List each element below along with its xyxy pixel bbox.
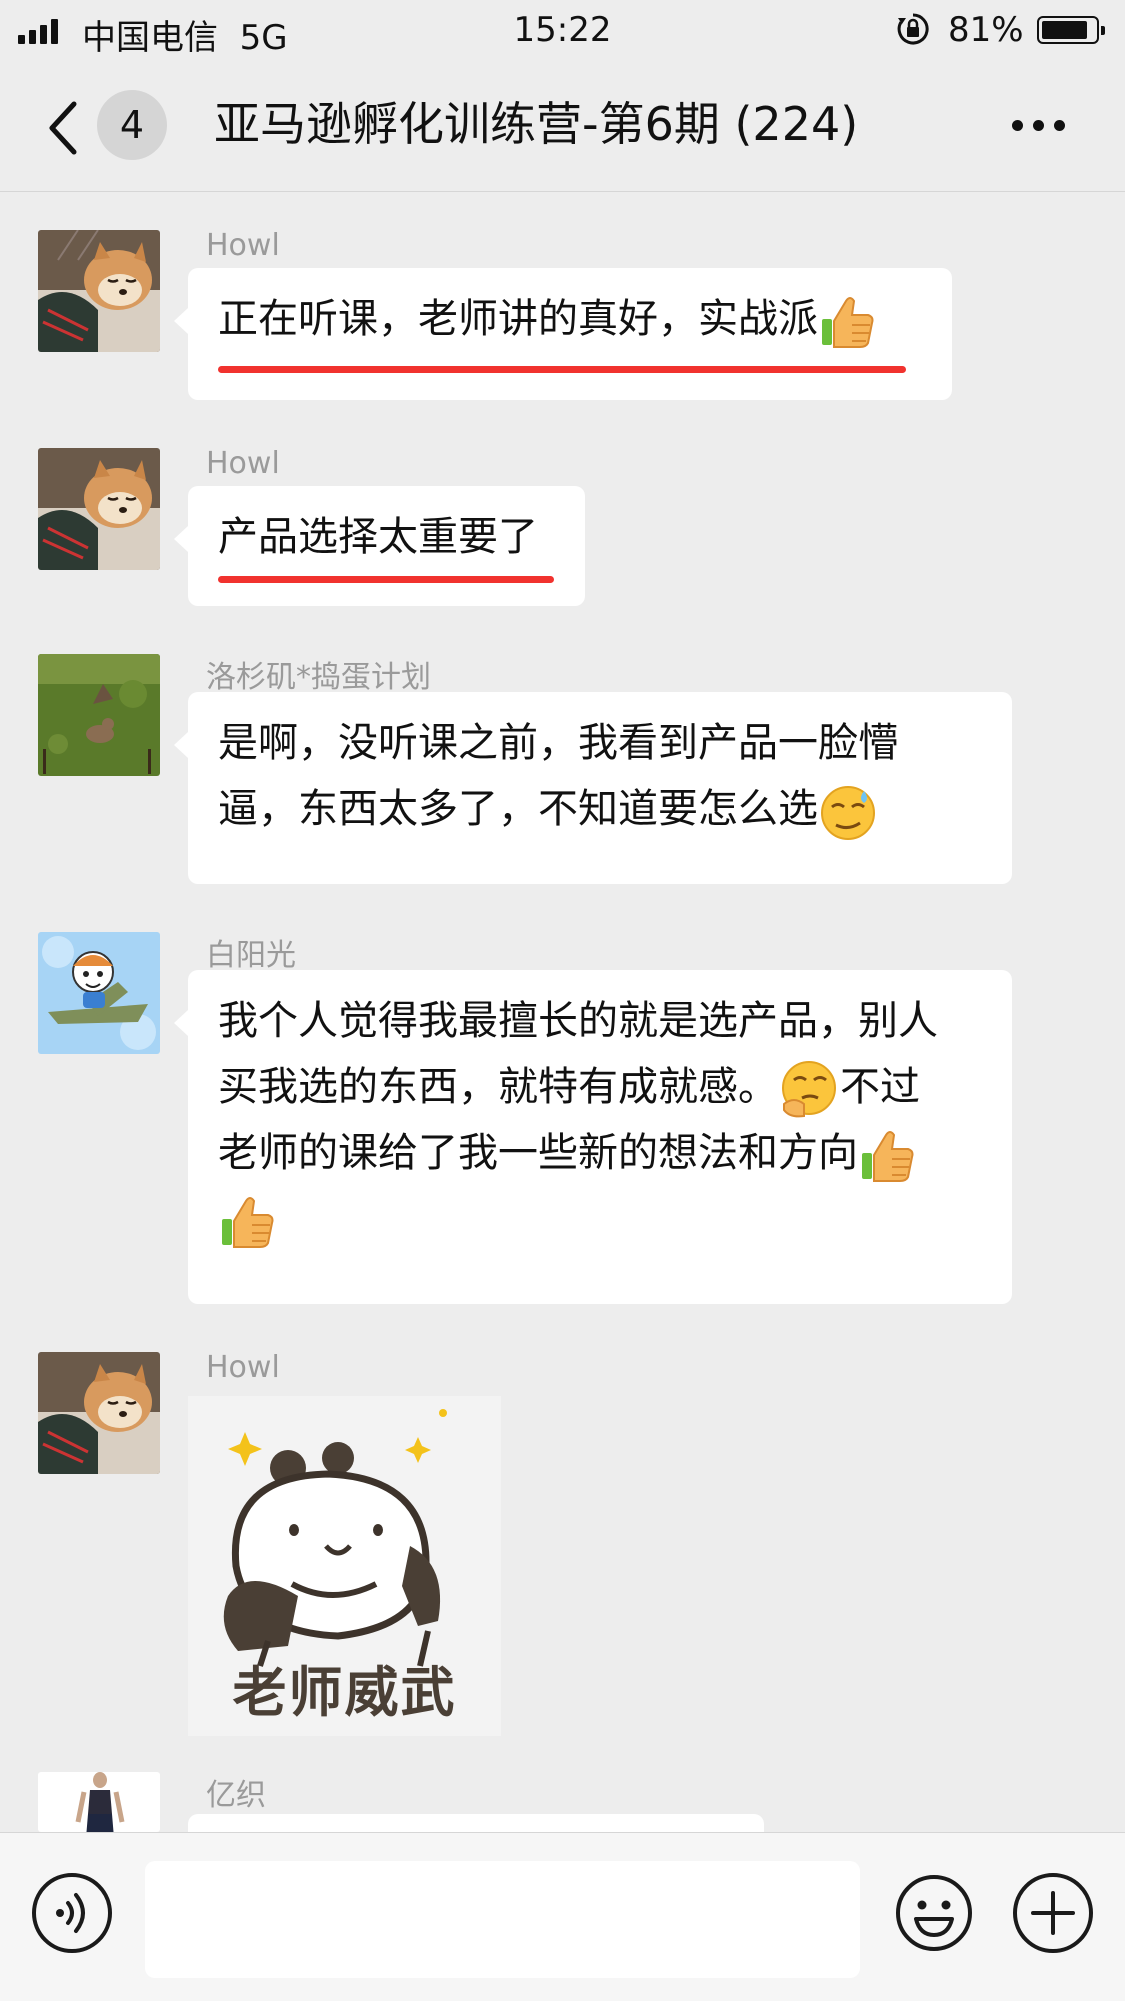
emoji-icon[interactable] [894, 1873, 974, 1953]
smirk-sweat-emoji [821, 786, 875, 840]
sender-name: Howl [206, 1350, 280, 1385]
panda-sticker[interactable]: 老师威武 [188, 1396, 501, 1736]
message-text-line: 是啊，没听课之前，我看到产品一脸懵 [218, 720, 898, 766]
message-text-line: 老师的课给了我一些新的想法和方向 [218, 1130, 858, 1176]
shiba-dog-avatar[interactable] [38, 230, 160, 352]
dog-field-avatar[interactable] [38, 654, 160, 776]
shiba-dog-avatar[interactable] [38, 1352, 160, 1474]
chat-header: 4 亚马逊孵化训练营-第6期 (224) [0, 62, 1125, 192]
highlight-underline [218, 576, 554, 583]
message-text-line: 买我选的东西，就特有成就感。 [218, 1064, 778, 1110]
thumbs-up-emoji [862, 1131, 914, 1182]
unread-badge[interactable]: 4 [97, 90, 167, 160]
message-text: 正在听课，老师讲的真好，实战派 [218, 296, 818, 342]
thumbs-up-emoji [822, 297, 874, 348]
sender-name: Howl [206, 228, 280, 263]
highlight-underline [218, 366, 906, 373]
message-bubble[interactable]: 产品选择太重要了 [174, 486, 585, 606]
battery-icon [1037, 16, 1105, 44]
sender-name: 亿织 [206, 1778, 266, 1813]
status-bar: 中国电信 5G 15:22 81% [0, 0, 1125, 62]
thumbs-up-emoji [222, 1197, 274, 1248]
shiba-dog-avatar[interactable] [38, 448, 160, 570]
message-bubble[interactable]: 正在听课，老师讲的真好，实战派 [174, 268, 952, 400]
back-chevron-icon[interactable] [40, 98, 90, 158]
sender-name: 白阳光 [206, 938, 296, 973]
rotation-lock-icon [897, 13, 929, 45]
message-text-line: 不过 [840, 1064, 920, 1110]
sticker-caption: 老师威武 [232, 1661, 457, 1724]
thinking-emoji [782, 1061, 836, 1118]
message-text-line: 我个人觉得我最擅长的就是选产品，别人 [218, 998, 938, 1044]
input-bar [0, 1832, 1125, 2001]
message-bubble[interactable]: 我个人觉得我最擅长的就是选产品，别人 买我选的东西，就特有成就感。 不过 老师的… [174, 970, 1012, 1304]
message-input[interactable] [145, 1861, 860, 1978]
chat-title: 亚马逊孵化训练营-第6期 (224) [214, 97, 859, 151]
sender-name: 洛杉矶*捣蛋计划 [206, 660, 431, 695]
sender-name: Howl [206, 446, 280, 481]
message-list[interactable]: Howl 正在听课，老师讲的真好，实战派 Howl 产品选择太重要了 洛杉矶*捣… [0, 192, 1125, 1832]
battery-percentage: 81% [948, 10, 1024, 50]
message-bubble[interactable]: 是啊，没听课之前，我看到产品一脸懵 逼，东西太多了，不知道要怎么选 [174, 692, 1012, 884]
plus-icon[interactable] [1013, 1873, 1093, 1953]
voice-icon[interactable] [32, 1873, 112, 1953]
woman-photo-avatar[interactable] [38, 1772, 160, 1832]
message-text-line: 逼，东西太多了，不知道要怎么选 [218, 786, 818, 832]
more-icon[interactable] [1012, 120, 1065, 131]
cartoon-pilot-avatar[interactable] [38, 932, 160, 1054]
message-text: 产品选择太重要了 [218, 514, 538, 560]
message-bubble[interactable] [188, 1814, 764, 1832]
